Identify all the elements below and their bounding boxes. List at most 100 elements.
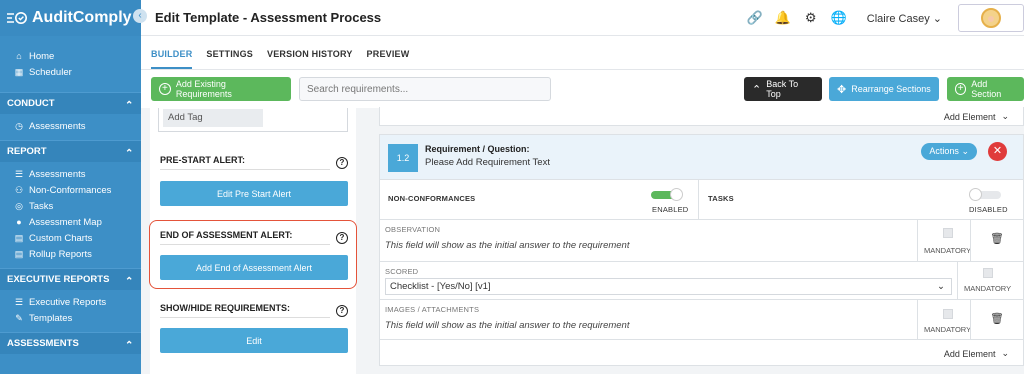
tasks-label: TASKS xyxy=(708,194,734,203)
sidebar-item-non-conformances[interactable]: ⚇ Non-Conformances xyxy=(0,182,141,198)
search-input[interactable]: Search requirements... xyxy=(299,77,551,101)
requirement-text[interactable]: Please Add Requirement Text xyxy=(425,157,550,168)
mandatory-label: MANDATORY xyxy=(924,246,972,255)
bell-icon[interactable]: 🔔 xyxy=(769,10,797,26)
tab-settings[interactable]: SETTINGS xyxy=(206,49,253,69)
button-label: Add Section xyxy=(971,79,1002,99)
divider xyxy=(917,220,918,261)
mandatory-checkbox[interactable] xyxy=(983,268,993,278)
sidebar-item-templates[interactable]: ✎ Templates xyxy=(0,310,141,326)
collapse-sidebar-icon[interactable]: ‹ xyxy=(133,9,147,23)
sidebar-item-assessment-map[interactable]: ● Assessment Map xyxy=(0,214,141,230)
sidebar-item-label: Scheduler xyxy=(29,66,72,78)
add-element-select[interactable]: Add Element ⌄ xyxy=(944,111,1009,122)
sidebar-item-conduct-assessments[interactable]: ◷ Assessments xyxy=(0,118,141,134)
add-tag-input[interactable]: Add Tag xyxy=(163,109,263,127)
sidebar-section-assessments[interactable]: ASSESSMENTS ⌄ xyxy=(0,332,141,354)
sidebar: AuditComply ‹ ⌂ Home ▦ Scheduler CONDUCT ⌄ … xyxy=(0,0,147,374)
sidebar-item-label: Templates xyxy=(29,312,73,324)
sidebar-section-executive-reports[interactable]: EXECUTIVE REPORTS ⌄ xyxy=(0,268,141,290)
sidebar-section-report[interactable]: REPORT ⌄ xyxy=(0,140,141,162)
trash-icon[interactable]: 🗑 xyxy=(990,312,1004,325)
highlight-box xyxy=(149,220,357,289)
back-to-top-button[interactable]: ⌃ Back To Top xyxy=(744,77,822,101)
chart-icon: ▤ xyxy=(14,248,24,259)
sidebar-item-rollup-reports[interactable]: ▤ Rollup Reports xyxy=(0,246,141,262)
sidebar-item-custom-charts[interactable]: ▤ Custom Charts xyxy=(0,230,141,246)
scored-select[interactable]: Checklist - [Yes/No] [v1] ⌄ xyxy=(385,278,952,295)
tab-preview[interactable]: PREVIEW xyxy=(367,49,410,69)
tasks-state: DISABLED xyxy=(969,205,1008,214)
tab-version-history[interactable]: VERSION HISTORY xyxy=(267,49,353,69)
requirements-panel: Add Element ⌄ 1.2 Requirement / Question:… xyxy=(366,107,1024,374)
images-label: IMAGES / ATTACHMENTS xyxy=(385,305,480,314)
sidebar-item-label: Tasks xyxy=(29,200,54,212)
chevron-down-icon: ⌄ xyxy=(961,146,969,156)
toggle-knob xyxy=(969,188,982,201)
tab-builder[interactable]: BUILDER xyxy=(151,49,193,69)
plus-icon: + xyxy=(159,83,171,95)
add-section-button[interactable]: + Add Section xyxy=(947,77,1024,101)
tag-input-box[interactable]: Add Tag xyxy=(158,108,348,132)
edit-show-hide-button[interactable]: Edit xyxy=(160,328,348,353)
user-menu[interactable]: Claire Casey ⌄ xyxy=(867,12,942,25)
gear-icon[interactable]: ⚙ xyxy=(797,10,825,26)
avatar xyxy=(981,8,1001,28)
sidebar-item-label: Home xyxy=(29,50,55,62)
sidebar-item-label: Executive Reports xyxy=(29,296,107,308)
page-title: Edit Template - Assessment Process xyxy=(155,10,382,25)
globe-icon[interactable]: 🌐 xyxy=(825,10,853,26)
toolbar: + Add Existing Requirements Search requir… xyxy=(141,70,1024,108)
mandatory-label: MANDATORY xyxy=(924,325,972,334)
section-title: ASSESSMENTS xyxy=(7,338,79,349)
observation-label: OBSERVATION xyxy=(385,225,441,234)
rearrange-sections-button[interactable]: ✥ Rearrange Sections xyxy=(829,77,939,101)
brand-logo: AuditComply xyxy=(6,9,132,27)
nc-label: NON-CONFORMANCES xyxy=(388,194,476,203)
move-icon: ✥ xyxy=(837,83,847,96)
tasks-toggle[interactable] xyxy=(969,188,1001,201)
sidebar-item-executive-reports[interactable]: ☰ Executive Reports xyxy=(0,294,141,310)
button-label: Add Existing Requirements xyxy=(175,79,232,99)
chevron-down-icon: ⌄ xyxy=(937,281,945,292)
actions-button[interactable]: Actions ⌄ xyxy=(921,143,977,160)
delete-requirement-icon[interactable]: ✕ xyxy=(988,142,1007,161)
add-existing-requirements-button[interactable]: + Add Existing Requirements xyxy=(151,77,291,101)
sidebar-item-scheduler[interactable]: ▦ Scheduler xyxy=(0,64,141,80)
nc-tasks-row: NON-CONFORMANCES ENABLED TASKS DISABLED xyxy=(379,180,1024,220)
trash-icon[interactable]: 🗑 xyxy=(990,232,1004,245)
top-bar: Edit Template - Assessment Process 🔗 🔔 ⚙… xyxy=(141,0,1024,36)
section-title: CONDUCT xyxy=(7,98,55,109)
mandatory-checkbox[interactable] xyxy=(943,309,953,319)
brand[interactable]: AuditComply ‹ xyxy=(0,0,147,36)
sidebar-section-conduct[interactable]: CONDUCT ⌄ xyxy=(0,92,141,114)
edit-pre-start-alert-button[interactable]: Edit Pre Start Alert xyxy=(160,181,348,206)
link-icon[interactable]: 🔗 xyxy=(741,10,769,26)
plus-icon: + xyxy=(955,83,967,95)
show-hide-requirements-label: SHOW/HIDE REQUIREMENTS: xyxy=(160,303,330,318)
chevron-down-icon: ⌄ xyxy=(932,12,942,25)
chevron-up-icon: ⌄ xyxy=(124,146,133,157)
avatar-box[interactable] xyxy=(958,4,1024,32)
images-hint[interactable]: This field will show as the initial answ… xyxy=(385,320,629,331)
chevron-up-icon: ⌄ xyxy=(124,274,133,285)
add-element-select[interactable]: Add Element ⌄ xyxy=(944,348,1009,359)
scored-row: SCORED Checklist - [Yes/No] [v1] ⌄ MANDAT… xyxy=(379,262,1024,300)
previous-requirement-footer: Add Element ⌄ xyxy=(379,107,1024,126)
sidebar-item-report-assessments[interactable]: ☰ Assessments xyxy=(0,166,141,182)
section-title: EXECUTIVE REPORTS xyxy=(7,274,110,285)
pre-start-alert-label: PRE-START ALERT: xyxy=(160,155,330,170)
sidebar-item-tasks[interactable]: ◎ Tasks xyxy=(0,198,141,214)
images-row: IMAGES / ATTACHMENTS This field will sho… xyxy=(379,300,1024,340)
button-label: Rearrange Sections xyxy=(851,84,931,94)
help-icon[interactable]: ? xyxy=(336,156,348,169)
help-icon[interactable]: ? xyxy=(336,304,348,317)
tab-bar: BUILDER SETTINGS VERSION HISTORY PREVIEW xyxy=(141,36,1024,70)
mandatory-checkbox[interactable] xyxy=(943,228,953,238)
chevron-down-icon: ⌄ xyxy=(1001,111,1009,121)
mandatory-label: MANDATORY xyxy=(964,284,1012,293)
top-tools: 🔗 🔔 ⚙ 🌐 Claire Casey ⌄ xyxy=(741,0,1024,36)
sidebar-item-home[interactable]: ⌂ Home xyxy=(0,48,141,64)
nc-toggle[interactable] xyxy=(651,188,683,201)
observation-hint[interactable]: This field will show as the initial answ… xyxy=(385,240,629,251)
